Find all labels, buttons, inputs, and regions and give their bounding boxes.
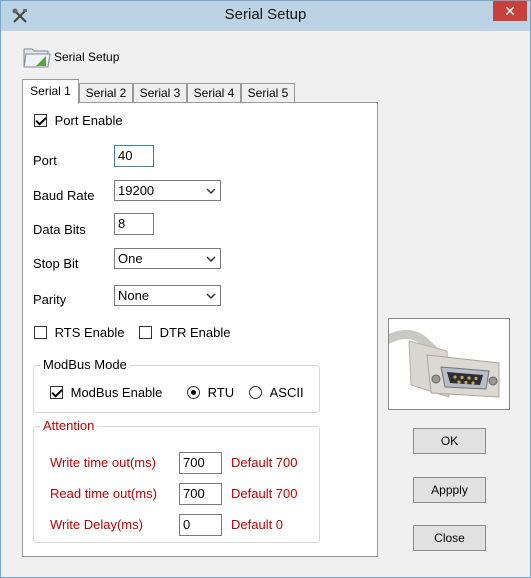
rtu-radio-row[interactable]: RTU xyxy=(187,385,234,400)
stop-bit-value: One xyxy=(118,251,143,266)
attention-group: Attention Write time out(ms) 700 Default… xyxy=(33,418,320,543)
window-close-button[interactable]: ✕ xyxy=(493,1,527,21)
data-bits-input[interactable]: 8 xyxy=(114,213,154,235)
baud-rate-value: 19200 xyxy=(118,183,155,198)
parity-label: Parity xyxy=(33,292,67,307)
parity-value: None xyxy=(118,288,150,303)
modbus-enable-row[interactable]: ModBus Enable xyxy=(50,385,162,400)
parity-select[interactable]: None xyxy=(114,285,221,306)
modbus-enable-checkbox[interactable] xyxy=(50,386,63,399)
data-bits-label: Data Bits xyxy=(33,222,86,237)
port-label: Port xyxy=(33,153,57,168)
folder-icon xyxy=(23,48,51,68)
ascii-label: ASCII xyxy=(269,385,304,400)
stop-bit-label: Stop Bit xyxy=(33,256,79,271)
write-timeout-input[interactable]: 700 xyxy=(179,452,222,474)
write-delay-default: Default 0 xyxy=(231,517,284,532)
header-label: Serial Setup xyxy=(54,50,120,64)
dtr-enable-row[interactable]: DTR Enable xyxy=(139,325,230,340)
port-enable-label: Port Enable xyxy=(54,113,123,128)
chevron-down-icon xyxy=(206,293,216,300)
modbus-group-title: ModBus Mode xyxy=(40,357,130,372)
tab-serial-5[interactable]: Serial 5 xyxy=(241,83,295,103)
serial-setup-window: Serial Setup ✕ Serial Setup Serial 1 Ser… xyxy=(0,0,531,578)
chevron-down-icon xyxy=(206,188,216,195)
chevron-down-icon xyxy=(206,256,216,263)
write-timeout-default: Default 700 xyxy=(231,455,298,470)
write-timeout-label: Write time out(ms) xyxy=(50,455,156,470)
stop-bit-select[interactable]: One xyxy=(114,248,221,269)
port-input[interactable]: 40 xyxy=(114,145,154,167)
baud-rate-select[interactable]: 19200 xyxy=(114,180,221,201)
serial-1-panel: Port Enable Port 40 Baud Rate 19200 Data… xyxy=(22,102,378,557)
serial-connector-image xyxy=(384,318,510,410)
ascii-radio[interactable] xyxy=(249,386,262,399)
tab-serial-2[interactable]: Serial 2 xyxy=(79,83,133,103)
rts-enable-label: RTS Enable xyxy=(54,325,125,340)
window-title: Serial Setup xyxy=(224,6,307,23)
read-timeout-input[interactable]: 700 xyxy=(179,483,222,505)
title-bar[interactable]: Serial Setup ✕ xyxy=(1,1,530,31)
port-enable-checkbox[interactable] xyxy=(34,114,47,127)
rtu-label: RTU xyxy=(207,385,235,400)
db9-connector-icon xyxy=(384,330,500,398)
dtr-enable-checkbox[interactable] xyxy=(139,326,152,339)
rtu-radio[interactable] xyxy=(187,386,200,399)
modbus-enable-label: ModBus Enable xyxy=(70,385,163,400)
tab-serial-4[interactable]: Serial 4 xyxy=(187,83,241,103)
ok-button[interactable]: OK xyxy=(413,428,486,454)
attention-group-title: Attention xyxy=(40,418,98,433)
modbus-group: ModBus Mode ModBus Enable RTU ASCII xyxy=(33,357,320,413)
apply-button[interactable]: Appply xyxy=(413,477,486,503)
dtr-enable-label: DTR Enable xyxy=(159,325,231,340)
write-delay-input[interactable]: 0 xyxy=(179,514,222,536)
write-delay-label: Write Delay(ms) xyxy=(50,517,143,532)
tab-serial-1[interactable]: Serial 1 xyxy=(22,79,79,104)
port-enable-row[interactable]: Port Enable xyxy=(34,113,123,128)
tab-serial-3[interactable]: Serial 3 xyxy=(133,83,187,103)
rts-enable-checkbox[interactable] xyxy=(34,326,47,339)
read-timeout-label: Read time out(ms) xyxy=(50,486,157,501)
dialog-client: Serial Setup Serial 1 Serial 2 Serial 3 … xyxy=(8,31,523,571)
rts-enable-row[interactable]: RTS Enable xyxy=(34,325,124,340)
read-timeout-default: Default 700 xyxy=(231,486,298,501)
baud-rate-label: Baud Rate xyxy=(33,188,95,203)
ascii-radio-row[interactable]: ASCII xyxy=(249,385,304,400)
close-button[interactable]: Close xyxy=(413,525,486,551)
